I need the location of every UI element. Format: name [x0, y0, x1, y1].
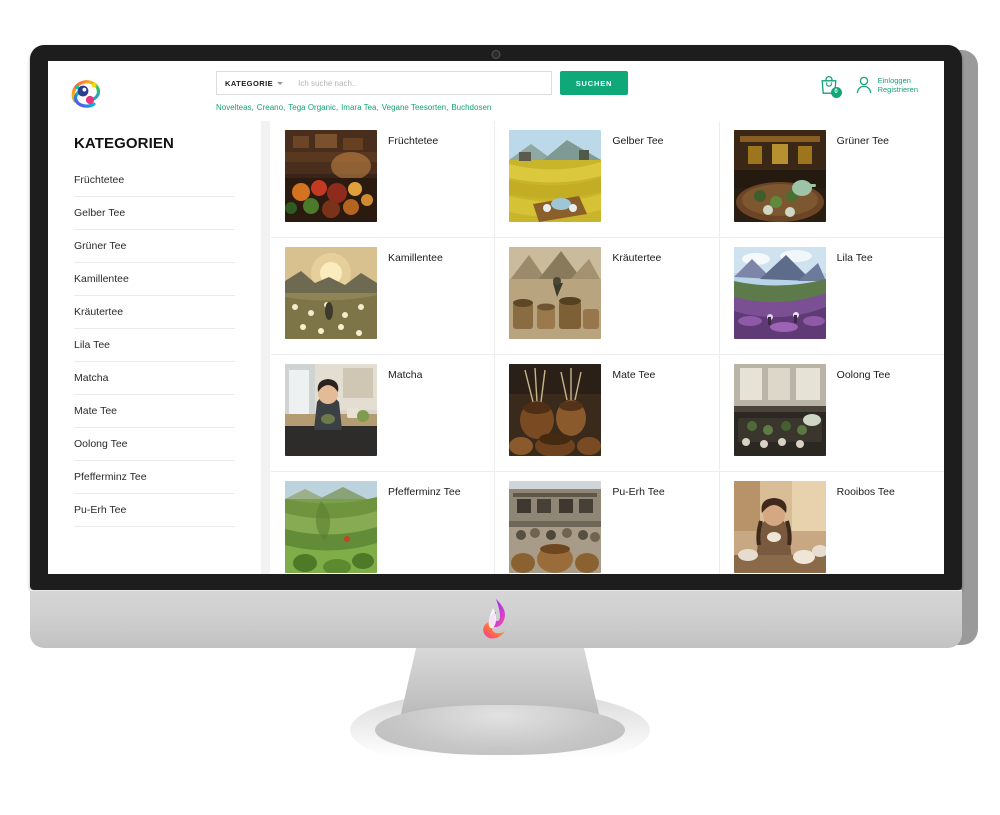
sidebar-item-lila-tee[interactable]: Lila Tee — [74, 339, 235, 362]
phoenix-flame-logo-icon — [479, 598, 513, 640]
register-label[interactable]: Registrieren — [878, 85, 918, 94]
category-tile-label: Lila Tee — [836, 252, 873, 264]
category-tile[interactable]: Grüner Tee — [719, 121, 944, 238]
chevron-down-icon — [277, 81, 284, 85]
sidebar-item-kraeutertee[interactable]: Kräutertee — [74, 306, 235, 329]
account-button[interactable]: Einloggen Registrieren — [855, 75, 918, 95]
category-thumbnail — [285, 247, 377, 339]
category-thumbnail — [733, 481, 826, 573]
cart-count-badge: 0 — [830, 87, 842, 98]
category-tile[interactable]: Kamillentee — [271, 238, 496, 355]
category-grid: Früchtetee Gelber Tee Grüner Tee Kamille… — [271, 121, 944, 574]
category-tile-label: Kräutertee — [612, 252, 662, 264]
sidebar-item-mate-tee[interactable]: Mate Tee — [74, 405, 235, 428]
category-tile[interactable]: Pfefferminz Tee — [271, 472, 496, 574]
category-thumbnail — [509, 481, 602, 573]
sidebar-item-oolong-tee[interactable]: Oolong Tee — [74, 438, 235, 461]
monitor-bezel: KATEGORIE SUCHEN Novelteas, Creano, — [30, 45, 962, 590]
sidebar: KATEGORIEN Früchtetee Gelber Tee Grüner … — [48, 121, 270, 574]
category-tile[interactable]: Früchtetee — [271, 121, 496, 238]
search-input[interactable] — [292, 78, 543, 88]
category-thumbnail — [733, 247, 826, 339]
category-tile[interactable]: Oolong Tee — [719, 355, 944, 472]
category-dropdown[interactable]: KATEGORIE — [225, 79, 292, 88]
category-tile-label: Mate Tee — [612, 369, 656, 381]
quick-link-tega-organic[interactable]: Tega Organic, — [288, 103, 338, 112]
brand-logo-icon[interactable] — [68, 75, 104, 111]
monitor-stand-base — [375, 705, 625, 755]
monitor-chin — [30, 590, 962, 648]
category-tile-label: Pu-Erh Tee — [612, 486, 665, 498]
category-thumbnail — [285, 130, 377, 222]
header-right: 0 Einloggen Registrieren — [819, 71, 924, 99]
category-grid-pane: Früchtetee Gelber Tee Grüner Tee Kamille… — [270, 121, 944, 574]
login-label[interactable]: Einloggen — [878, 76, 918, 85]
site-header: KATEGORIE SUCHEN Novelteas, Creano, — [48, 61, 944, 121]
category-tile[interactable]: Pu-Erh Tee — [495, 472, 720, 574]
category-tile-label: Grüner Tee — [836, 135, 889, 147]
category-tile-label: Matcha — [388, 369, 423, 381]
category-tile-label: Rooibos Tee — [836, 486, 895, 498]
search-area: KATEGORIE SUCHEN Novelteas, Creano, — [216, 71, 628, 112]
category-tile-label: Kamillentee — [388, 252, 443, 264]
category-dropdown-label: KATEGORIE — [225, 78, 274, 88]
cart-button[interactable]: 0 — [819, 75, 842, 99]
sidebar-item-pu-erh-tee[interactable]: Pu-Erh Tee — [74, 504, 235, 527]
category-tile[interactable]: Lila Tee — [719, 238, 944, 355]
category-tile-label: Pfefferminz Tee — [388, 486, 461, 498]
screenshot-scene: KATEGORIE SUCHEN Novelteas, Creano, — [0, 0, 1000, 815]
category-tile[interactable]: Gelber Tee — [495, 121, 720, 238]
category-tile[interactable]: Rooibos Tee — [720, 472, 944, 574]
quick-link-vegane-teesorten[interactable]: Vegane Teesorten, — [382, 103, 449, 112]
search-row: KATEGORIE SUCHEN — [216, 71, 628, 95]
sidebar-item-pfefferminz-tee[interactable]: Pfefferminz Tee — [74, 471, 235, 494]
category-tile[interactable]: Kräutertee — [495, 238, 720, 355]
quick-links: Novelteas, Creano, Tega Organic, Imara T… — [216, 103, 628, 112]
quick-link-imara-tea[interactable]: Imara Tea, — [341, 103, 379, 112]
category-thumbnail — [733, 364, 826, 456]
search-field[interactable]: KATEGORIE — [216, 71, 552, 95]
quick-link-novelteas[interactable]: Novelteas, — [216, 103, 254, 112]
sidebar-item-fruechtetee[interactable]: Früchtetee — [74, 174, 235, 197]
user-icon — [856, 76, 871, 94]
web-page: KATEGORIE SUCHEN Novelteas, Creano, — [48, 61, 944, 574]
category-tile[interactable]: Matcha — [271, 355, 496, 472]
monitor-screen: KATEGORIE SUCHEN Novelteas, Creano, — [48, 61, 944, 574]
quick-link-creano[interactable]: Creano, — [257, 103, 285, 112]
account-labels: Einloggen Registrieren — [878, 76, 918, 95]
sidebar-item-gruener-tee[interactable]: Grüner Tee — [74, 240, 235, 263]
category-thumbnail — [509, 130, 602, 222]
page-content: KATEGORIEN Früchtetee Gelber Tee Grüner … — [48, 121, 944, 574]
sidebar-item-gelber-tee[interactable]: Gelber Tee — [74, 207, 235, 230]
category-thumbnail — [509, 364, 602, 456]
category-tile-label: Früchtetee — [388, 135, 439, 147]
category-tile[interactable]: Mate Tee — [495, 355, 720, 472]
sidebar-title: KATEGORIEN — [74, 135, 174, 152]
category-thumbnail — [285, 481, 377, 573]
category-thumbnail — [509, 247, 602, 339]
category-thumbnail — [285, 364, 377, 456]
webcam-dot-icon — [491, 50, 501, 59]
category-thumbnail — [733, 130, 826, 222]
sidebar-item-kamillentee[interactable]: Kamillentee — [74, 273, 235, 296]
search-button[interactable]: SUCHEN — [560, 71, 628, 95]
category-tile-label: Gelber Tee — [612, 135, 664, 147]
category-tile-label: Oolong Tee — [836, 369, 891, 381]
monitor: KATEGORIE SUCHEN Novelteas, Creano, — [30, 45, 978, 648]
sidebar-item-matcha[interactable]: Matcha — [74, 372, 235, 395]
quick-link-buchdosen[interactable]: Buchdosen — [451, 103, 491, 112]
